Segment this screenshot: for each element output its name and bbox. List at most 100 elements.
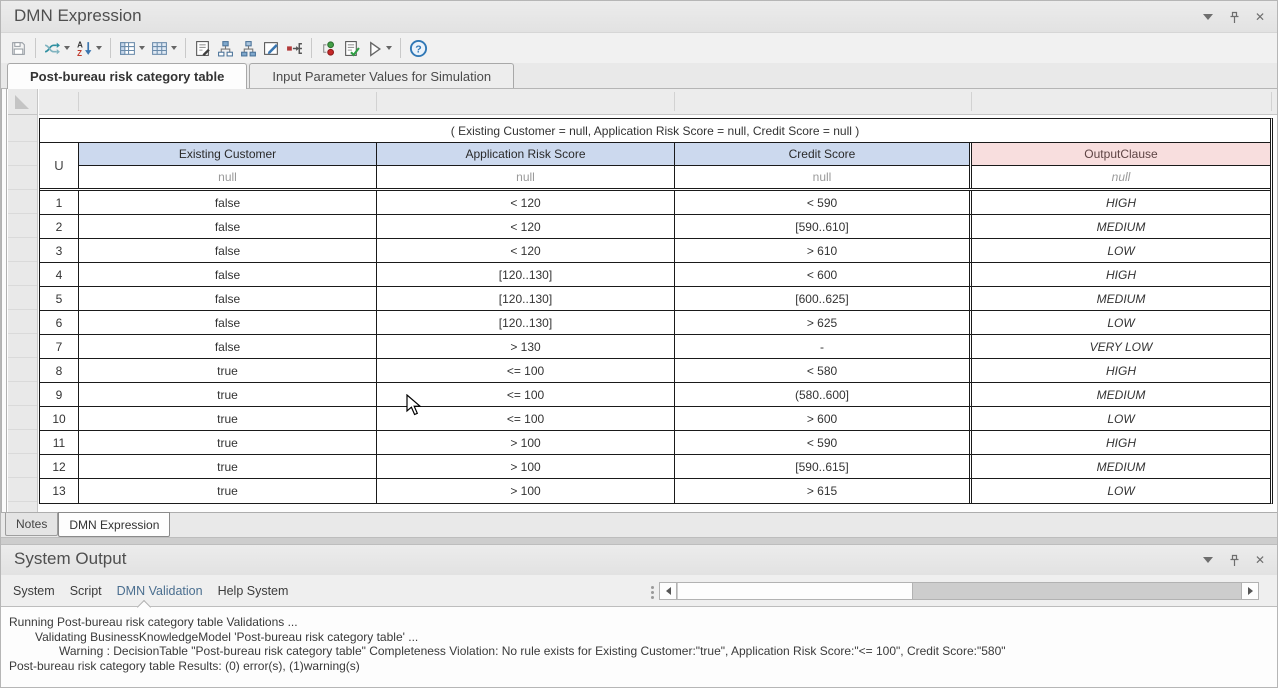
credit-score-cell[interactable]: > 600 bbox=[675, 407, 972, 430]
output-cell[interactable]: MEDIUM bbox=[972, 455, 1270, 478]
application-risk-score-cell[interactable]: <= 100 bbox=[377, 359, 675, 382]
existing-customer-cell[interactable]: true bbox=[79, 479, 377, 503]
column-value-cell[interactable]: null bbox=[675, 166, 969, 188]
merge-into-button[interactable] bbox=[283, 36, 306, 60]
existing-customer-cell[interactable]: false bbox=[79, 239, 377, 262]
existing-customer-cell[interactable]: true bbox=[79, 359, 377, 382]
existing-customer-cell[interactable]: true bbox=[79, 431, 377, 454]
help-button[interactable]: ? bbox=[406, 36, 431, 60]
tab-script[interactable]: Script bbox=[70, 584, 102, 598]
output-cell[interactable]: MEDIUM bbox=[972, 383, 1270, 406]
rule-number-cell[interactable]: 7 bbox=[40, 335, 79, 358]
reorder-rows-button[interactable] bbox=[317, 36, 340, 60]
invocation-header-row[interactable]: ( Existing Customer = null, Application … bbox=[40, 119, 1270, 143]
output-cell[interactable]: MEDIUM bbox=[972, 215, 1270, 238]
application-risk-score-cell[interactable]: [120..130] bbox=[377, 311, 675, 334]
credit-score-cell[interactable]: < 590 bbox=[675, 191, 972, 214]
left-splitter-strip[interactable] bbox=[1, 89, 7, 512]
rule-number-cell[interactable]: 8 bbox=[40, 359, 79, 382]
rule-number-cell[interactable]: 6 bbox=[40, 311, 79, 334]
close-icon[interactable]: ✕ bbox=[1253, 10, 1267, 24]
hierarchy-down-button[interactable] bbox=[214, 36, 237, 60]
credit-score-cell[interactable]: > 610 bbox=[675, 239, 972, 262]
rule-number-cell[interactable]: 13 bbox=[40, 479, 79, 503]
application-risk-score-cell[interactable]: < 120 bbox=[377, 215, 675, 238]
panel-splitter[interactable] bbox=[1, 537, 1277, 545]
scroll-right-button[interactable] bbox=[1241, 583, 1258, 599]
output-cell[interactable]: HIGH bbox=[972, 263, 1270, 286]
output-cell[interactable]: HIGH bbox=[972, 431, 1270, 454]
horizontal-scrollbar[interactable] bbox=[659, 582, 1259, 600]
column-header-cell[interactable]: Credit Score bbox=[675, 143, 969, 166]
grid-style-button[interactable] bbox=[148, 36, 180, 60]
tab-notes[interactable]: Notes bbox=[5, 513, 58, 536]
column-header-cell[interactable]: Application Risk Score bbox=[377, 143, 674, 166]
rule-number-cell[interactable]: 12 bbox=[40, 455, 79, 478]
existing-customer-cell[interactable]: false bbox=[79, 287, 377, 310]
drag-grip-icon[interactable] bbox=[651, 586, 654, 589]
tab-help-system[interactable]: Help System bbox=[218, 584, 289, 598]
credit-score-cell[interactable]: [590..615] bbox=[675, 455, 972, 478]
edit-expression-button[interactable] bbox=[260, 36, 283, 60]
credit-score-cell[interactable]: < 580 bbox=[675, 359, 972, 382]
application-risk-score-cell[interactable]: [120..130] bbox=[377, 263, 675, 286]
column-header-cell[interactable]: Existing Customer bbox=[79, 143, 376, 166]
application-risk-score-cell[interactable]: > 100 bbox=[377, 479, 675, 503]
scrollbar-thumb[interactable] bbox=[678, 583, 913, 599]
rule-number-cell[interactable]: 1 bbox=[40, 191, 79, 214]
credit-score-cell[interactable]: > 625 bbox=[675, 311, 972, 334]
existing-customer-cell[interactable]: false bbox=[79, 335, 377, 358]
rule-number-cell[interactable]: 9 bbox=[40, 383, 79, 406]
rule-number-cell[interactable]: 3 bbox=[40, 239, 79, 262]
tab-system[interactable]: System bbox=[13, 584, 55, 598]
output-cell[interactable]: LOW bbox=[972, 407, 1270, 430]
rule-number-cell[interactable]: 5 bbox=[40, 287, 79, 310]
edit-rule-button[interactable] bbox=[191, 36, 214, 60]
output-cell[interactable]: VERY LOW bbox=[972, 335, 1270, 358]
output-cell[interactable]: HIGH bbox=[972, 359, 1270, 382]
column-value-cell[interactable]: null bbox=[972, 166, 1270, 188]
existing-customer-cell[interactable]: false bbox=[79, 263, 377, 286]
existing-customer-cell[interactable]: false bbox=[79, 311, 377, 334]
application-risk-score-cell[interactable]: > 100 bbox=[377, 431, 675, 454]
application-risk-score-cell[interactable]: > 100 bbox=[377, 455, 675, 478]
pin-icon[interactable] bbox=[1227, 553, 1241, 567]
credit-score-cell[interactable]: (580..600] bbox=[675, 383, 972, 406]
pin-icon[interactable] bbox=[1227, 10, 1241, 24]
rule-number-cell[interactable]: 4 bbox=[40, 263, 79, 286]
select-all-corner[interactable] bbox=[8, 89, 38, 115]
shuffle-arrows-button[interactable] bbox=[41, 36, 73, 60]
existing-customer-cell[interactable]: true bbox=[79, 455, 377, 478]
credit-score-cell[interactable]: [600..625] bbox=[675, 287, 972, 310]
save-button[interactable] bbox=[7, 36, 30, 60]
application-risk-score-cell[interactable]: < 120 bbox=[377, 239, 675, 262]
output-cell[interactable]: MEDIUM bbox=[972, 287, 1270, 310]
run-simulation-button[interactable] bbox=[363, 36, 395, 60]
output-cell[interactable]: HIGH bbox=[972, 191, 1270, 214]
tab-dmn-validation[interactable]: DMN Validation bbox=[117, 584, 203, 598]
chevron-down-icon[interactable] bbox=[1201, 553, 1215, 567]
tab-post-bureau-risk-category-table[interactable]: Post-bureau risk category table bbox=[7, 63, 247, 89]
credit-score-cell[interactable]: < 590 bbox=[675, 431, 972, 454]
rule-number-cell[interactable]: 2 bbox=[40, 215, 79, 238]
existing-customer-cell[interactable]: false bbox=[79, 215, 377, 238]
sort-button[interactable]: AZ bbox=[73, 36, 105, 60]
output-cell[interactable]: LOW bbox=[972, 479, 1270, 503]
tab-dmn-expression[interactable]: DMN Expression bbox=[58, 512, 170, 537]
chevron-down-icon[interactable] bbox=[1201, 10, 1215, 24]
credit-score-cell[interactable]: - bbox=[675, 335, 972, 358]
existing-customer-cell[interactable]: true bbox=[79, 383, 377, 406]
hit-policy-cell[interactable]: U bbox=[40, 143, 79, 188]
output-cell[interactable]: LOW bbox=[972, 311, 1270, 334]
table-style-button[interactable] bbox=[116, 36, 148, 60]
rule-number-cell[interactable]: 10 bbox=[40, 407, 79, 430]
application-risk-score-cell[interactable]: <= 100 bbox=[377, 407, 675, 430]
credit-score-cell[interactable]: [590..610] bbox=[675, 215, 972, 238]
credit-score-cell[interactable]: < 600 bbox=[675, 263, 972, 286]
application-risk-score-cell[interactable]: <= 100 bbox=[377, 383, 675, 406]
close-icon[interactable]: ✕ bbox=[1253, 553, 1267, 567]
column-header-cell[interactable]: OutputClause bbox=[972, 143, 1270, 166]
system-output-log[interactable]: Running Post-bureau risk category table … bbox=[1, 607, 1277, 687]
application-risk-score-cell[interactable]: > 130 bbox=[377, 335, 675, 358]
application-risk-score-cell[interactable]: [120..130] bbox=[377, 287, 675, 310]
